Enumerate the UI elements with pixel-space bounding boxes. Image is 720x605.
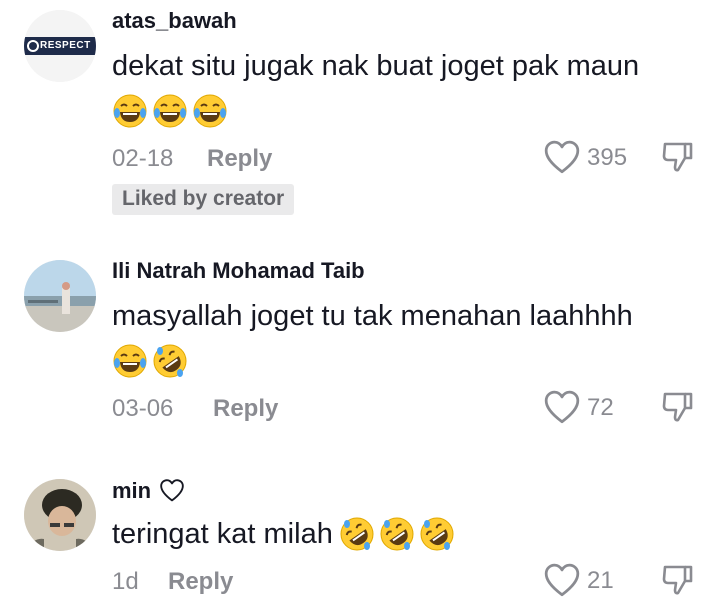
comment-date: 1d — [112, 568, 139, 595]
comment-emojis — [112, 93, 228, 129]
reply-button[interactable]: Reply — [168, 568, 233, 596]
heart-icon — [543, 139, 581, 177]
comment-text: dekat situ jugak nak buat joget pak maun — [112, 50, 640, 82]
heart-icon — [543, 562, 581, 600]
laughing-tears-emoji — [192, 93, 228, 129]
avatar-label: RESPECT — [40, 40, 91, 51]
comment-emojis — [112, 343, 188, 379]
avatar[interactable]: RESPECT — [24, 10, 96, 82]
rolling-laughing-emoji — [379, 516, 415, 552]
like-button[interactable]: 395 — [543, 139, 627, 177]
like-count: 395 — [587, 144, 628, 171]
heart-icon — [543, 389, 581, 427]
comment-date: 02-18 — [112, 145, 174, 172]
dislike-button[interactable] — [660, 139, 696, 180]
thumbs-down-icon — [660, 139, 696, 175]
comment-username[interactable]: min — [112, 478, 185, 504]
rolling-laughing-emoji — [152, 343, 188, 379]
laughing-tears-emoji — [112, 93, 148, 129]
laughing-tears-emoji — [112, 343, 148, 379]
like-button[interactable]: 21 — [543, 562, 614, 600]
comment-username-text: min — [112, 478, 152, 503]
comment-username[interactable]: Ili Natrah Mohamad Taib — [112, 258, 365, 284]
reply-button[interactable]: Reply — [213, 395, 278, 423]
comment-date: 03-06 — [112, 395, 174, 422]
like-count: 21 — [587, 567, 614, 594]
dislike-button[interactable] — [660, 389, 696, 430]
thumbs-down-icon — [660, 562, 696, 598]
rolling-laughing-emoji — [419, 516, 455, 552]
comment-text: teringat kat milah — [112, 516, 455, 552]
comment-text-content: teringat kat milah — [112, 517, 333, 550]
avatar[interactable] — [24, 260, 96, 332]
comment-emojis — [339, 516, 455, 552]
comment-username[interactable]: atas_bawah — [112, 8, 237, 34]
thumbs-down-icon — [660, 389, 696, 425]
like-button[interactable]: 72 — [543, 389, 614, 427]
like-count: 72 — [587, 394, 614, 421]
heart-outline-icon — [160, 479, 184, 502]
rolling-laughing-emoji — [339, 516, 375, 552]
avatar[interactable] — [24, 479, 96, 551]
liked-by-creator-badge: Liked by creator — [112, 184, 295, 215]
laughing-tears-emoji — [152, 93, 188, 129]
dislike-button[interactable] — [660, 562, 696, 603]
reply-button[interactable]: Reply — [207, 145, 272, 173]
comment-text: masyallah joget tu tak menahan laahhhh — [112, 300, 633, 332]
